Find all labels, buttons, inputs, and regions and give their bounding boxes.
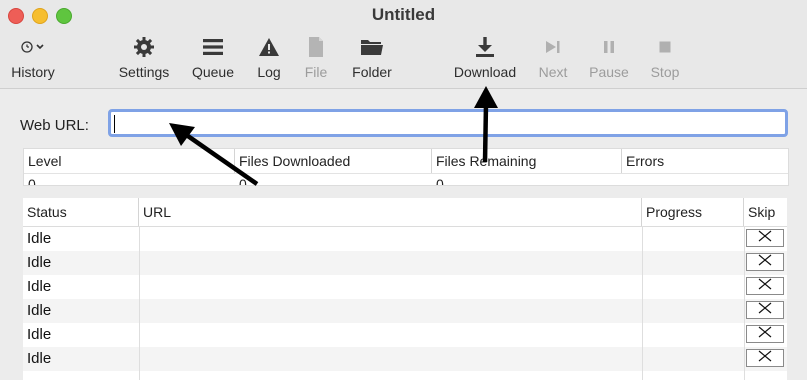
folder-label: Folder bbox=[352, 64, 392, 80]
history-icon bbox=[18, 34, 48, 60]
queue-header-url[interactable]: URL bbox=[139, 198, 642, 226]
web-url-label: Web URL: bbox=[20, 117, 89, 134]
main-content: Web URL: Level Files Downloaded Files Re… bbox=[0, 89, 807, 380]
stats-divider bbox=[24, 173, 788, 174]
next-button[interactable]: Next bbox=[535, 34, 571, 82]
web-url-input[interactable] bbox=[108, 109, 788, 137]
stats-table: Level Files Downloaded Files Remaining E… bbox=[23, 148, 789, 186]
stats-value-files-remaining: 0 bbox=[436, 176, 444, 186]
queue-label: Queue bbox=[191, 64, 235, 80]
file-icon bbox=[307, 34, 325, 60]
queue-header-skip[interactable]: Skip bbox=[744, 198, 787, 226]
stop-label: Stop bbox=[650, 64, 680, 80]
file-label: File bbox=[304, 64, 328, 80]
settings-button[interactable]: Settings bbox=[114, 34, 174, 82]
skip-button[interactable] bbox=[746, 253, 784, 271]
row-status: Idle bbox=[27, 302, 52, 319]
log-label: Log bbox=[257, 64, 281, 80]
row-status: Idle bbox=[27, 350, 52, 367]
queue-button[interactable]: Queue bbox=[188, 34, 238, 82]
skip-button[interactable] bbox=[746, 325, 784, 343]
next-label: Next bbox=[538, 64, 568, 80]
table-row[interactable]: Idle bbox=[23, 323, 787, 347]
stats-value-level: 0 bbox=[28, 176, 36, 186]
close-icon bbox=[757, 349, 773, 367]
stats-header-level: Level bbox=[24, 149, 235, 173]
row-status: Idle bbox=[27, 254, 52, 271]
queue-header: Status URL Progress Skip bbox=[23, 198, 787, 227]
close-icon bbox=[757, 301, 773, 319]
table-row[interactable]: Idle bbox=[23, 299, 787, 323]
download-icon bbox=[474, 34, 496, 60]
queue-header-status[interactable]: Status bbox=[23, 198, 139, 226]
download-button[interactable]: Download bbox=[450, 34, 520, 82]
queue-table: Status URL Progress Skip Idle Idle Idle … bbox=[23, 198, 787, 380]
settings-label: Settings bbox=[118, 64, 170, 80]
close-icon bbox=[757, 277, 773, 295]
history-label: History bbox=[11, 64, 55, 80]
column-divider bbox=[139, 226, 140, 380]
stop-icon bbox=[657, 34, 673, 60]
row-status: Idle bbox=[27, 326, 52, 343]
column-divider bbox=[744, 226, 745, 380]
log-button[interactable]: Log bbox=[251, 34, 287, 82]
title-bar: Untitled History Settings Queue Log File… bbox=[0, 0, 807, 89]
skip-button[interactable] bbox=[746, 277, 784, 295]
close-icon bbox=[757, 325, 773, 343]
stats-header-errors: Errors bbox=[626, 153, 665, 169]
gear-icon bbox=[133, 34, 155, 60]
text-cursor bbox=[114, 115, 115, 133]
download-label: Download bbox=[453, 64, 517, 80]
skip-button[interactable] bbox=[746, 229, 784, 247]
warning-icon bbox=[258, 34, 280, 60]
history-button[interactable]: History bbox=[8, 34, 58, 82]
row-status: Idle bbox=[27, 230, 52, 247]
file-button[interactable]: File bbox=[300, 34, 332, 82]
table-row[interactable]: Idle bbox=[23, 227, 787, 251]
table-row[interactable]: Idle bbox=[23, 347, 787, 371]
skip-button[interactable] bbox=[746, 301, 784, 319]
stop-button[interactable]: Stop bbox=[647, 34, 683, 82]
app-window: Untitled History Settings Queue Log File… bbox=[0, 0, 807, 380]
row-status: Idle bbox=[27, 278, 52, 295]
next-track-icon bbox=[544, 34, 562, 60]
stats-header-files-downloaded: Files Downloaded bbox=[235, 149, 432, 173]
skip-button[interactable] bbox=[746, 349, 784, 367]
list-icon bbox=[202, 34, 224, 60]
folder-button[interactable]: Folder bbox=[348, 34, 396, 82]
table-row[interactable]: Idle bbox=[23, 275, 787, 299]
stats-header-files-remaining: Files Remaining bbox=[432, 149, 622, 173]
close-icon bbox=[757, 253, 773, 271]
stats-value-files-downloaded: 0 bbox=[239, 176, 247, 186]
queue-header-progress[interactable]: Progress bbox=[642, 198, 744, 226]
column-divider bbox=[642, 226, 643, 380]
close-icon bbox=[757, 229, 773, 247]
pause-label: Pause bbox=[589, 64, 629, 80]
pause-button[interactable]: Pause bbox=[587, 34, 631, 82]
table-row[interactable]: Idle bbox=[23, 251, 787, 275]
folder-icon bbox=[360, 34, 384, 60]
pause-icon bbox=[601, 34, 617, 60]
window-title: Untitled bbox=[371, 5, 436, 24]
